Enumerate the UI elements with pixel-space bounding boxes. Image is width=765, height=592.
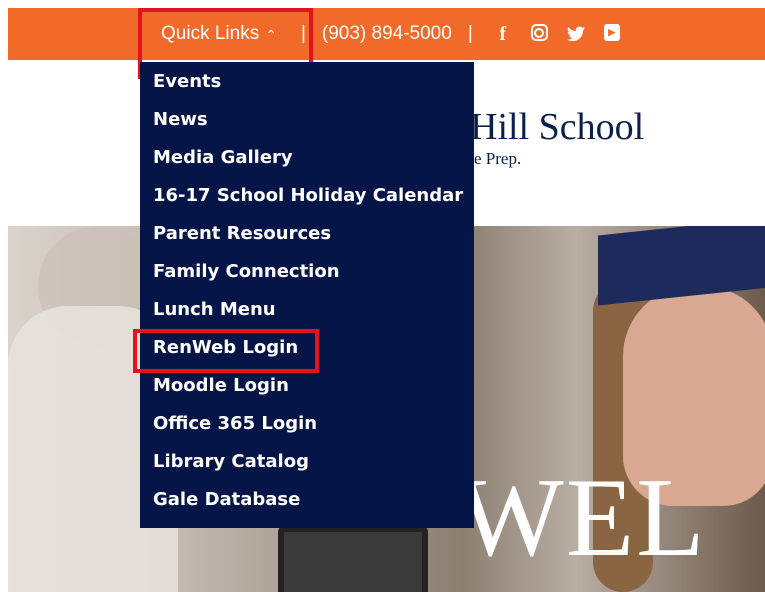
- menu-item-moodle-login[interactable]: Moodle Login: [140, 372, 474, 410]
- logo-title: Hill School: [470, 106, 645, 148]
- hero-tablet: [278, 526, 428, 592]
- instagram-icon[interactable]: [530, 24, 548, 41]
- welcome-heading: WEL: [458, 456, 707, 580]
- quick-links-button[interactable]: Quick Links ⌃: [153, 8, 285, 60]
- menu-item-gale-database[interactable]: Gale Database: [140, 486, 474, 524]
- top-bar-content: Quick Links ⌃ | (903) 894-5000 | f ▶: [153, 8, 620, 60]
- school-logo[interactable]: Hill School e Prep.: [470, 105, 644, 169]
- menu-item-renweb-login[interactable]: RenWeb Login: [140, 334, 474, 372]
- menu-item-parent-resources[interactable]: Parent Resources: [140, 220, 474, 258]
- menu-item-lunch-menu[interactable]: Lunch Menu: [140, 296, 474, 334]
- menu-item-news[interactable]: News: [140, 106, 474, 144]
- top-bar: Quick Links ⌃ | (903) 894-5000 | f ▶: [8, 8, 765, 79]
- menu-item-office-365-login[interactable]: Office 365 Login: [140, 410, 474, 448]
- separator: |: [300, 23, 306, 44]
- chevron-up-icon: ⌃: [265, 26, 277, 43]
- facebook-icon[interactable]: f: [493, 23, 513, 45]
- quick-links-dropdown: Events News Media Gallery 16-17 School H…: [140, 62, 474, 528]
- menu-item-family-connection[interactable]: Family Connection: [140, 258, 474, 296]
- social-links: f ▶: [493, 23, 620, 45]
- youtube-icon[interactable]: ▶: [603, 24, 620, 41]
- menu-item-media-gallery[interactable]: Media Gallery: [140, 144, 474, 182]
- twitter-icon[interactable]: [566, 24, 586, 44]
- menu-item-library-catalog[interactable]: Library Catalog: [140, 448, 474, 486]
- phone-link[interactable]: (903) 894-5000: [322, 23, 452, 45]
- logo-subtitle: e Prep.: [474, 149, 522, 168]
- menu-item-events[interactable]: Events: [140, 68, 474, 106]
- quick-links-label: Quick Links: [161, 23, 260, 44]
- menu-item-holiday-calendar[interactable]: 16-17 School Holiday Calendar: [140, 182, 474, 220]
- separator: |: [467, 23, 473, 44]
- graduation-cap: [598, 226, 765, 306]
